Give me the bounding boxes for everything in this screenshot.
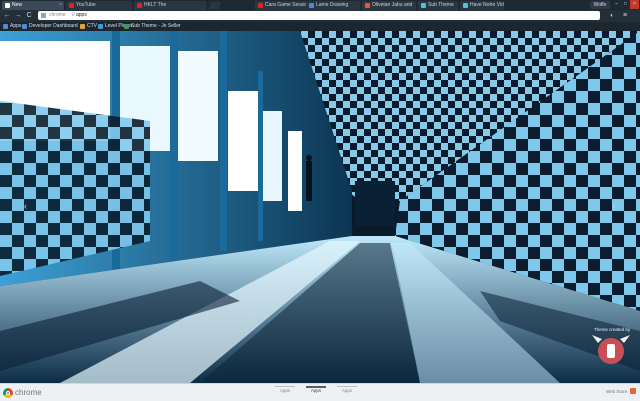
pager-apps-3[interactable]: Apps — [334, 386, 360, 393]
bottom-bar: chrome Apps Apps Apps Web Store — [0, 383, 640, 401]
page-icon — [124, 24, 129, 29]
extension-icon[interactable]: ◐ — [608, 11, 616, 21]
tab-sub-theme[interactable]: Sub Theme — [418, 1, 458, 10]
brand-label: chrome — [15, 388, 42, 397]
tab-lame-drawing[interactable]: Lame Drawing — [306, 1, 360, 10]
youtube-icon — [137, 3, 142, 8]
youtube-icon — [258, 3, 263, 8]
pager-label: Apps — [310, 388, 322, 393]
bookmark-ctv[interactable]: CTV — [80, 23, 97, 30]
youtube-icon — [69, 3, 74, 8]
tab-title: Lame Drawing — [316, 2, 349, 8]
tab-youtube[interactable]: YouTube — [66, 1, 132, 10]
newtab-favicon-icon — [5, 3, 10, 8]
page-icon — [22, 24, 27, 29]
theme-background — [0, 31, 640, 383]
pager-indicator — [275, 386, 295, 387]
url-scheme: chrome — [49, 12, 66, 18]
tab-hklt[interactable]: HKLT The — [134, 1, 206, 10]
page-icon — [463, 3, 468, 8]
tab-olivetan[interactable]: Olivetan Jabu and — [362, 1, 416, 10]
window-controls: – □ × — [612, 0, 639, 10]
bookmark-label: Apps — [10, 23, 22, 29]
profile-button[interactable]: Wolfe — [590, 1, 610, 9]
new-tab-button[interactable] — [208, 2, 222, 9]
page-icon — [365, 3, 370, 8]
page-icon — [309, 3, 314, 8]
page-icon — [421, 3, 426, 8]
pager-apps-1[interactable]: Apps — [272, 386, 298, 393]
bookmark-developer-dashboard[interactable]: Developer Dashboard — [22, 23, 78, 30]
pager-apps-2[interactable]: Apps — [303, 386, 329, 393]
tab-title: Olivetan Jabu and — [372, 2, 413, 8]
tab-newtab[interactable]: New × — [2, 1, 64, 10]
url-separator: // — [72, 12, 75, 18]
reload-button[interactable]: C — [25, 12, 33, 20]
tab-have-notre[interactable]: Have Notre Vid — [460, 1, 504, 10]
pager-indicator — [337, 386, 357, 387]
menu-icon[interactable]: ≡ — [620, 11, 630, 21]
url-path: apps — [76, 12, 87, 18]
web-store-icon[interactable] — [630, 388, 636, 394]
chrome-logo-icon — [3, 388, 13, 398]
tab-title: YouTube — [76, 2, 96, 8]
tab-title: HKLT The — [144, 2, 167, 8]
page-icon — [41, 13, 46, 18]
bookmarks-bar: Apps Developer Dashboard CTV Level Playe… — [0, 22, 640, 31]
pager-label: Apps — [279, 388, 291, 393]
page-left-arrow[interactable]: ‹ — [24, 201, 27, 211]
close-icon[interactable]: × — [59, 1, 62, 10]
minimize-icon[interactable]: – — [612, 0, 621, 9]
bookmark-label: CTV — [87, 23, 97, 29]
bookmark-label: Developer Dashboard — [29, 23, 78, 29]
page-icon — [98, 24, 103, 29]
tab-strip: New × YouTube HKLT The Cara Game Session… — [0, 0, 640, 10]
address-bar[interactable]: chrome // apps — [38, 11, 600, 20]
toolbar: ← → C chrome // apps — [0, 10, 640, 22]
credit-text: Theme created by — [593, 327, 631, 332]
bookmark-apps[interactable]: Apps — [3, 23, 21, 30]
theme-credit: Theme created by — [588, 327, 636, 332]
forward-button[interactable]: → — [14, 12, 22, 20]
pager-indicator — [306, 386, 326, 388]
maximize-icon[interactable]: □ — [621, 0, 630, 9]
tab-title: New — [12, 2, 23, 8]
pager-label: Apps — [341, 388, 353, 393]
bookmark-label: Sub Theme - Je Seller — [131, 23, 181, 29]
page-icon — [80, 24, 85, 29]
new-tab-page: ‹ › Theme created by — [0, 31, 640, 383]
web-store-link[interactable]: Web Store — [606, 389, 627, 394]
page-right-arrow[interactable]: › — [612, 201, 615, 211]
bookmark-sub-theme[interactable]: Sub Theme - Je Seller — [124, 23, 181, 30]
apps-grid-icon — [3, 24, 8, 29]
tab-title: Have Notre Vid — [470, 2, 504, 8]
back-button[interactable]: ← — [3, 12, 11, 20]
close-window-icon[interactable]: × — [630, 0, 639, 9]
tab-title: Sub Theme — [428, 2, 454, 8]
